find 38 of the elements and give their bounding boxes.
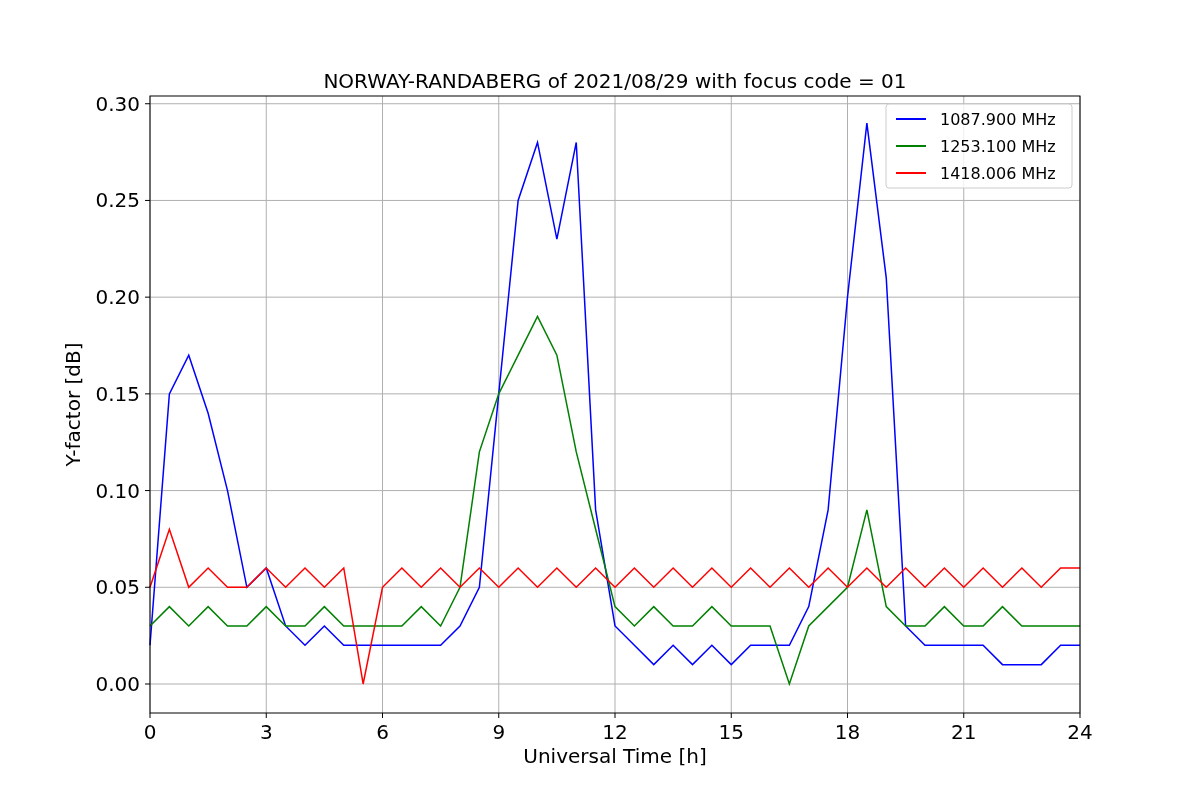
legend-label: 1418.006 MHz (940, 164, 1056, 183)
y-axis-label: Y-factor [dB] (61, 342, 85, 467)
tick-mark (144, 296, 151, 298)
tick-label: 21 (951, 720, 977, 744)
tick-label: 12 (602, 720, 628, 744)
tick-mark (730, 712, 732, 719)
tick-mark (144, 683, 151, 685)
chart-title: NORWAY-RANDABERG of 2021/08/29 with focus code = 01 (323, 69, 907, 93)
tick-mark (265, 712, 267, 719)
tick-label: 15 (718, 720, 744, 744)
tick-mark (149, 712, 151, 719)
x-axis-label: Universal Time [h] (523, 744, 707, 768)
legend-label: 1087.900 MHz (940, 110, 1056, 129)
tick-label: 18 (834, 720, 861, 744)
tick-label: 24 (1067, 720, 1093, 744)
tick-mark (614, 712, 616, 719)
tick-label: 0.25 (95, 188, 140, 213)
tick-label: 0.10 (95, 478, 140, 503)
tick-label: 0.15 (95, 381, 140, 406)
tick-label: 6 (376, 720, 389, 744)
legend-label: 1253.100 MHz (940, 137, 1056, 156)
tick-label: 0.20 (95, 285, 140, 310)
tick-mark (847, 712, 848, 719)
tick-mark (963, 712, 965, 719)
tick-mark (144, 103, 151, 105)
tick-mark (144, 393, 151, 395)
tick-label: 0.00 (95, 672, 140, 696)
tick-mark (1079, 712, 1081, 719)
tick-label: 0 (143, 720, 157, 744)
tick-label: 0.30 (95, 91, 140, 116)
tick-mark (144, 199, 151, 201)
tick-label: 0.05 (95, 575, 140, 600)
tick-mark (382, 712, 383, 719)
tick-label: 9 (492, 720, 506, 744)
tick-mark (144, 586, 151, 588)
tick-mark (498, 712, 500, 719)
tick-label: 3 (259, 720, 273, 744)
tick-mark (144, 490, 151, 492)
